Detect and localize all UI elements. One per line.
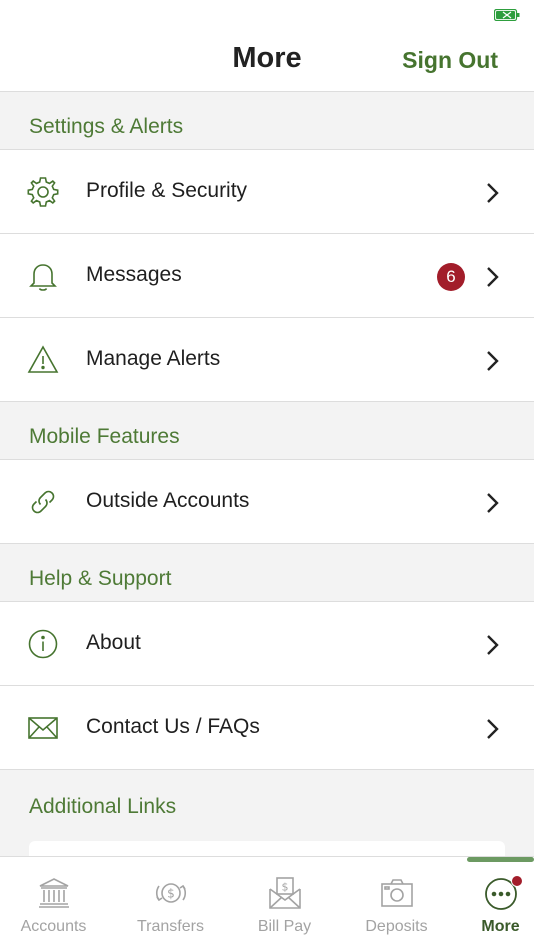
warning-icon [27, 345, 59, 373]
menu-item-manage-alerts[interactable]: Manage Alerts [0, 318, 534, 402]
menu-item-label: Contact Us / FAQs [86, 715, 260, 738]
link-icon [31, 490, 55, 514]
battery-icon [494, 9, 520, 21]
info-icon [28, 629, 58, 659]
menu-item-label: Profile & Security [86, 179, 248, 202]
tab-transfers[interactable]: $ Transfers [117, 857, 224, 950]
chevron-right-icon [487, 635, 499, 655]
section-title: Help & Support [29, 567, 172, 590]
tab-bill-pay[interactable]: $ Bill Pay [231, 857, 338, 950]
notification-dot [511, 875, 523, 887]
menu-item-profile-security[interactable]: Profile & Security [0, 150, 534, 234]
section-title: Additional Links [29, 795, 177, 818]
gear-icon [27, 177, 59, 207]
section-header-settings: Settings & Alerts [0, 92, 534, 150]
bell-icon [29, 264, 57, 291]
tab-label: Transfers [137, 918, 204, 935]
tab-deposits[interactable]: Deposits [343, 857, 450, 950]
menu-item-label: About [86, 631, 141, 654]
menu-item-contact-us[interactable]: Contact Us / FAQs [0, 686, 534, 770]
tab-more[interactable]: More [447, 857, 534, 950]
svg-text:$: $ [282, 881, 289, 894]
envelope-icon [28, 717, 58, 739]
menu-item-outside-accounts[interactable]: Outside Accounts [0, 460, 534, 544]
bill-pay-icon: $ [269, 877, 301, 909]
section-header-mobile: Mobile Features [0, 402, 534, 460]
chevron-right-icon [487, 351, 499, 371]
tab-label: Bill Pay [257, 918, 312, 935]
status-bar [0, 0, 534, 28]
menu-item-messages[interactable]: Messages 6 [0, 234, 534, 318]
menu-item-label: Outside Accounts [86, 489, 250, 512]
svg-text:$: $ [167, 887, 175, 901]
chevron-right-icon [487, 493, 499, 513]
tab-label: More [481, 918, 520, 935]
camera-icon [381, 879, 413, 907]
unread-count-badge: 6 [437, 263, 465, 291]
tab-label: Deposits [365, 918, 428, 935]
active-tab-indicator [467, 857, 534, 862]
header: More Sign Out [0, 28, 534, 92]
menu-item-label: Messages [86, 263, 182, 286]
bank-icon [39, 878, 69, 908]
chevron-right-icon [487, 719, 499, 739]
chevron-right-icon [487, 183, 499, 203]
section-title: Mobile Features [29, 425, 180, 448]
menu-item-about[interactable]: About [0, 602, 534, 686]
section-header-help: Help & Support [0, 544, 534, 602]
tab-label: Accounts [20, 918, 87, 935]
sign-out-button[interactable]: Sign Out [402, 47, 498, 74]
tab-accounts[interactable]: Accounts [0, 857, 107, 950]
transfer-icon: $ [155, 883, 187, 903]
tab-bar: Accounts $ Transfers $ Bill Pay Deposits [0, 856, 534, 950]
menu-item-label: Manage Alerts [86, 347, 221, 370]
chevron-right-icon [487, 267, 499, 287]
section-title: Settings & Alerts [29, 115, 184, 138]
